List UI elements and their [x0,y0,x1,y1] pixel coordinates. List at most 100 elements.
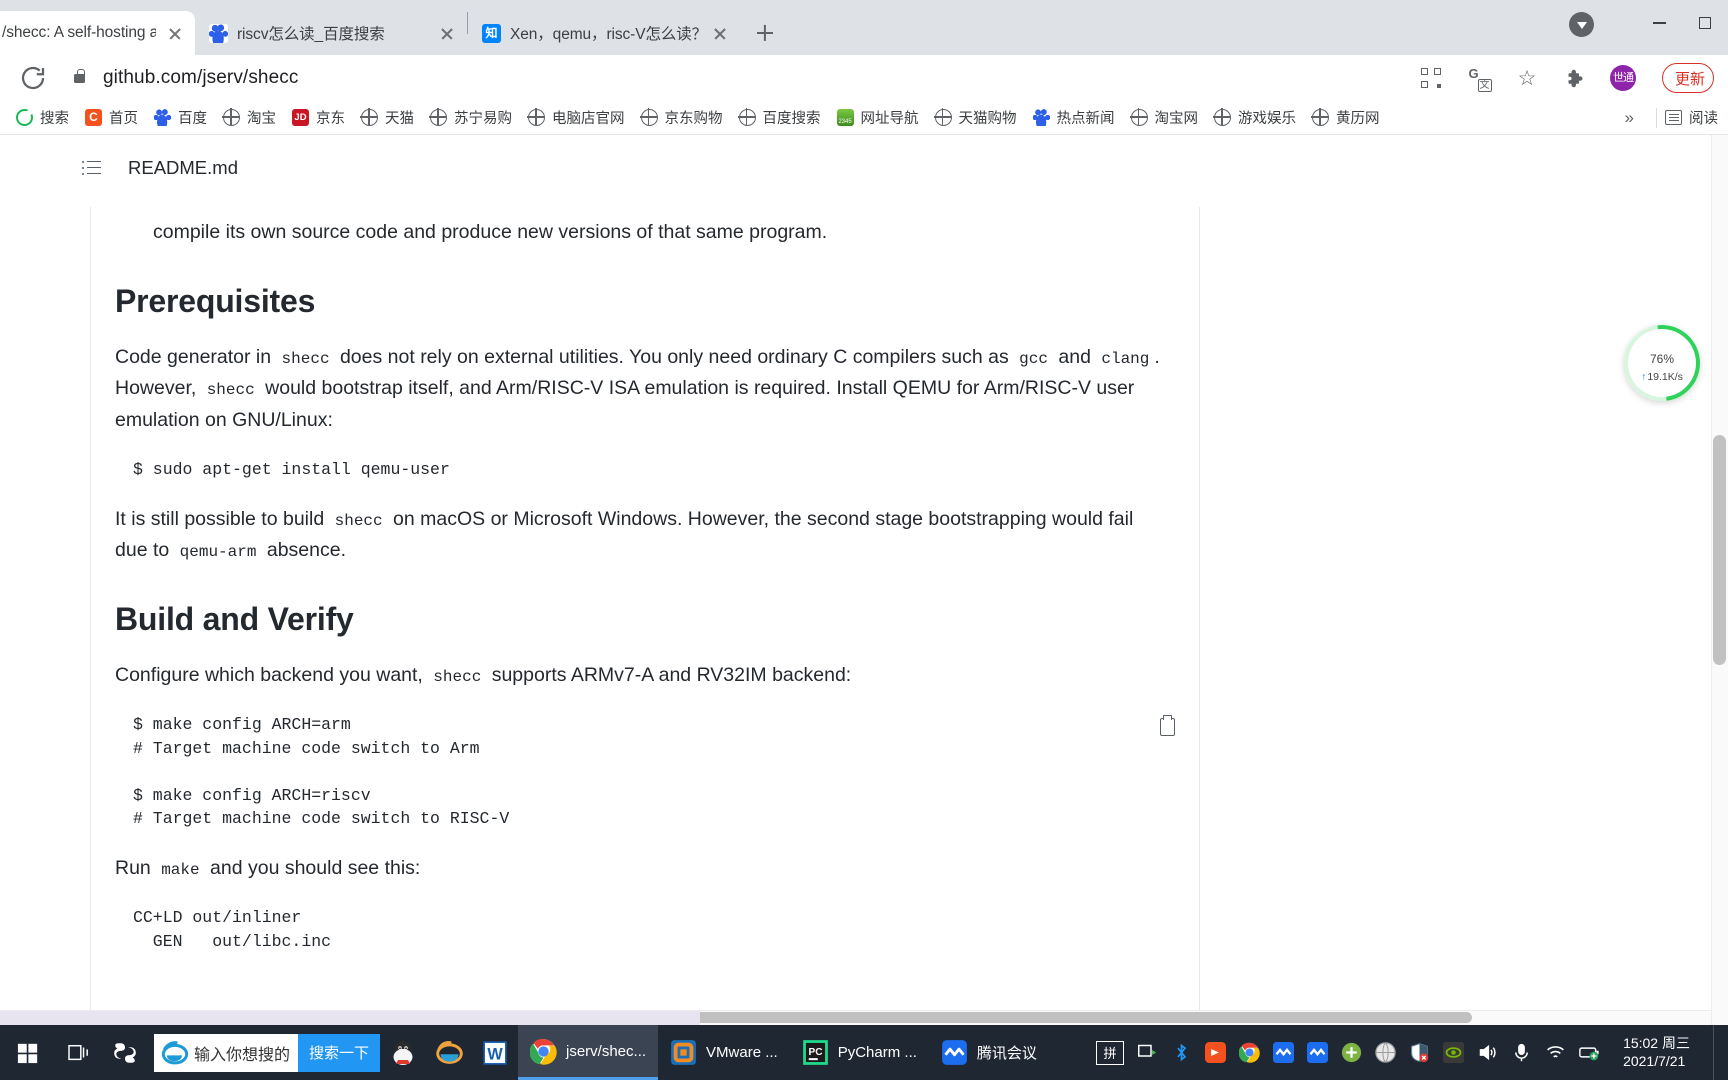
text: and [1052,345,1097,368]
download-indicator-icon[interactable] [1569,12,1594,37]
bookmark-hot-news[interactable]: 热点新闻 [1025,105,1123,131]
baidu-icon [209,23,228,43]
bookmark-label: 天猫 [385,111,414,127]
tab-baidu-search[interactable]: riscv怎么读_百度搜索 [195,11,467,55]
new-tab-button[interactable] [748,16,782,50]
clock-time: 15:02 周三 [1623,1035,1690,1051]
qq-penguin-icon[interactable] [380,1025,426,1080]
list-outline-icon[interactable] [82,160,101,176]
nvidia-icon[interactable] [1443,1042,1465,1063]
bookmark-tmall[interactable]: 天猫 [353,105,422,131]
percent-symbol: % [1663,351,1675,366]
bookmark-label: 天猫购物 [958,111,1017,127]
bookmark-games[interactable]: 游戏娱乐 [1206,105,1304,131]
bookmark-label: 淘宝网 [1154,111,1199,127]
tab-zhihu[interactable]: 知 Xen，qemu，risc-V怎么读？- 知 [468,11,740,55]
bookmark-jd-shopping[interactable]: 京东购物 [633,105,731,131]
inline-code: qemu-arm [179,543,257,562]
screen-cast-icon[interactable] [1137,1042,1158,1063]
tencent-meeting-icon[interactable] [1307,1042,1329,1063]
qr-code-icon[interactable] [1418,65,1444,91]
microphone-icon[interactable] [1511,1042,1532,1063]
globe-icon [429,108,447,126]
copy-to-clipboard-icon[interactable] [1157,715,1177,737]
address-bar-url[interactable]: github.com/jserv/shecc [103,67,298,89]
bookmark-jd[interactable]: JD 京东 [284,105,353,131]
minimize-button[interactable] [1636,0,1682,46]
windows-taskbar: 输入你想搜的 搜索一下 W jserv/shec... VMware ... P… [0,1025,1728,1080]
profile-avatar[interactable]: 世通 [1610,65,1636,91]
inline-code: shecc [281,349,330,368]
heading-prerequisites: Prerequisites [115,282,316,319]
vertical-scrollbar[interactable] [1711,135,1728,1025]
build-paragraph-2: Run make and you should see this: [115,853,1167,885]
taskbar-search-box[interactable]: 输入你想搜的 搜索一下 [154,1033,380,1072]
bookmark-search[interactable]: 搜索 [8,105,77,131]
show-desktop-button[interactable] [1713,1025,1720,1080]
task-view-icon[interactable] [56,1025,102,1080]
bookmark-nav[interactable]: 网址导航 [829,105,927,131]
tencent-meeting-icon[interactable] [1273,1042,1295,1063]
close-icon[interactable] [710,23,730,43]
tab-shecc[interactable]: /shecc: A self-hosting and [0,11,195,55]
update-button[interactable]: 更新 [1662,63,1714,93]
bookmark-taobao[interactable]: 淘宝 [215,105,284,131]
bookmark-suning[interactable]: 苏宁易购 [422,105,520,131]
chrome-icon[interactable] [1238,1042,1260,1063]
bookmark-taobao-net[interactable]: 淘宝网 [1123,105,1207,131]
tab-strip: /shecc: A self-hosting and riscv怎么读_百度搜索… [0,0,1728,55]
code-block-apt-get[interactable]: $ sudo apt-get install qemu-user [133,458,1167,481]
bookmark-label: 百度搜索 [762,111,821,127]
taskbar-search-placeholder: 输入你想搜的 [194,1046,291,1064]
security-shield-icon[interactable] [1409,1042,1430,1063]
reading-mode-button[interactable]: 阅读 [1665,107,1722,128]
bookmark-huangli[interactable]: 黄历网 [1304,105,1388,131]
bookmark-diannaodian[interactable]: 电脑店官网 [520,105,633,131]
taskbar-search-button[interactable]: 搜索一下 [297,1033,380,1072]
tab-title: riscv怎么读_百度搜索 [237,26,385,43]
bookmark-label: 搜索 [40,111,69,127]
bluetooth-icon[interactable] [1171,1042,1192,1063]
bookmark-tmall-shopping[interactable]: 天猫购物 [927,105,1025,131]
code-block-make-config[interactable]: $ make config ARCH=arm # Target machine … [133,713,1175,830]
taskbar-window-vmware[interactable]: VMware ... [658,1025,790,1080]
translate-icon[interactable] [1466,65,1492,92]
globe-icon [1213,108,1231,126]
baidu-icon [1032,109,1050,126]
chrome-icon [530,1038,557,1065]
star-icon[interactable]: ☆ [1514,65,1540,91]
globe-icon [1311,108,1329,126]
site-security-lock-icon[interactable] [74,68,85,83]
close-icon[interactable] [165,23,185,43]
taskbar-window-chrome[interactable]: jserv/shec... [518,1025,659,1080]
maximize-button[interactable] [1682,0,1728,46]
close-icon[interactable] [437,23,457,43]
globe-icon[interactable] [1375,1042,1396,1063]
bookmark-baidu[interactable]: 百度 [146,105,215,131]
download-speed-widget[interactable]: 76% 19.1K/s [1624,325,1700,401]
ime-indicator[interactable]: 拼 [1096,1040,1125,1065]
bookmark-label: 电脑店官网 [552,111,625,127]
reload-icon[interactable] [18,63,48,93]
taskbar-window-label: 腾讯会议 [976,1045,1037,1062]
bookmark-home[interactable]: C 首页 [77,105,146,131]
vertical-scrollbar-thumb[interactable] [1713,435,1726,665]
bookmark-baidu-search[interactable]: 百度搜索 [731,105,829,131]
wifi-icon[interactable] [1545,1042,1566,1063]
puzzle-piece-icon[interactable] [1562,65,1588,91]
code-block-make-output[interactable]: CC+LD out/inliner GEN out/libc.inc [133,906,1167,953]
bookmark-label: 京东购物 [664,111,723,127]
taskbar-clock[interactable]: 15:02 周三 2021/7/21 [1613,1035,1700,1070]
chevron-right-icon[interactable]: » [1611,108,1648,128]
battery-saver-icon[interactable] [1579,1042,1600,1063]
sogou-icon[interactable] [102,1025,148,1080]
windows-start-icon[interactable] [0,1025,56,1080]
internet-explorer-icon[interactable] [426,1025,472,1080]
volume-icon[interactable] [1477,1042,1498,1063]
media-icon[interactable] [1205,1042,1227,1063]
taskbar-window-tencent-meeting[interactable]: 腾讯会议 [929,1025,1049,1080]
taskbar-window-pycharm[interactable]: PC PyCharm ... [790,1025,929,1080]
word-icon[interactable]: W [472,1025,518,1080]
update-icon[interactable] [1341,1042,1362,1063]
taskbar-window-label: jserv/shec... [566,1042,647,1060]
